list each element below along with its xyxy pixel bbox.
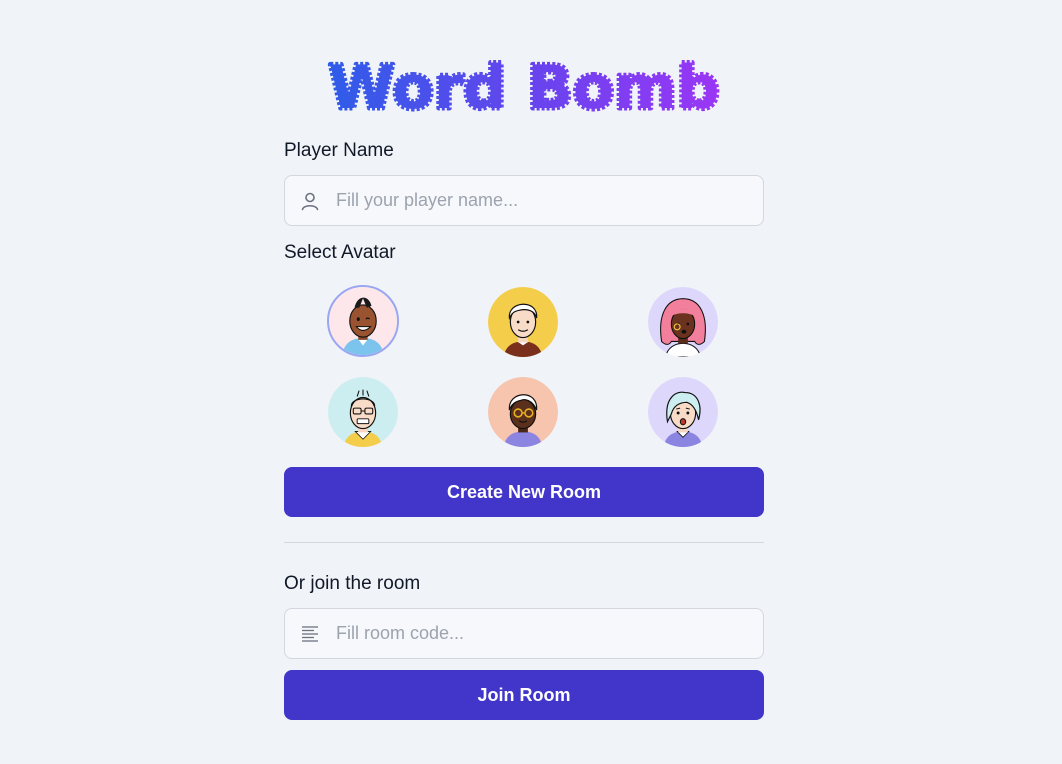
join-room-label: Or join the room — [284, 573, 421, 594]
app-logo: Word Bomb — [304, 56, 744, 118]
room-code-field[interactable] — [284, 608, 764, 659]
select-avatar-label: Select Avatar — [284, 242, 396, 263]
create-room-button[interactable]: Create New Room — [284, 467, 764, 517]
section-divider — [284, 542, 764, 543]
app-title: Word Bomb — [328, 56, 719, 118]
player-name-input[interactable] — [336, 176, 763, 225]
avatar-grid — [284, 285, 764, 449]
room-code-input[interactable] — [336, 609, 763, 658]
avatar-option-3[interactable] — [648, 287, 718, 357]
avatar-option-6[interactable] — [648, 377, 718, 447]
avatar-option-5[interactable] — [488, 377, 558, 447]
avatar-option-1[interactable] — [327, 285, 399, 357]
user-icon — [300, 191, 320, 211]
player-name-label: Player Name — [284, 140, 394, 161]
code-lines-icon — [300, 624, 320, 644]
avatar-option-2[interactable] — [488, 287, 558, 357]
avatar-option-4[interactable] — [328, 377, 398, 447]
player-name-field[interactable] — [284, 175, 764, 226]
join-room-button[interactable]: Join Room — [284, 670, 764, 720]
